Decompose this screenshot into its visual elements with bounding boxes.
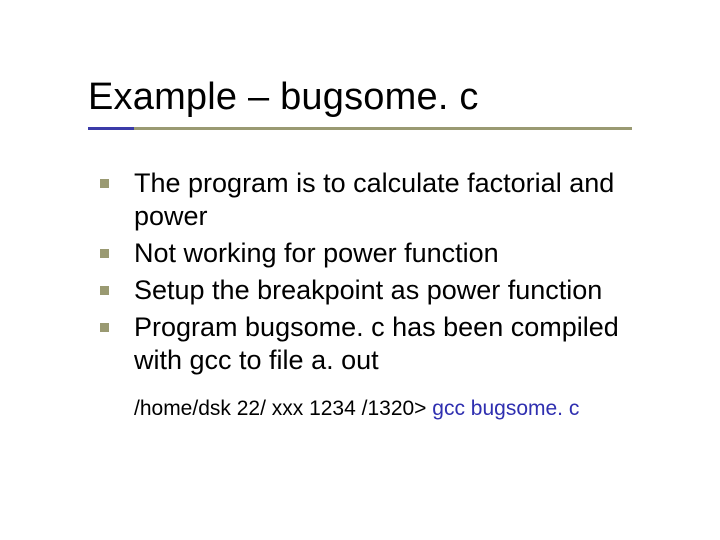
list-item: Program bugsome. c has been compiled wit…: [100, 311, 662, 377]
command-text: gcc bugsome. c: [432, 397, 579, 420]
list-item: Setup the breakpoint as power function: [100, 274, 662, 307]
bullet-list: The program is to calculate factorial an…: [88, 167, 662, 377]
bullet-text: Not working for power function: [134, 238, 499, 268]
underline-long: [88, 127, 632, 130]
bullet-text: The program is to calculate factorial an…: [134, 168, 614, 231]
command-line: /home/dsk 22/ xxx 1234 /1320> gcc bugsom…: [88, 397, 662, 421]
slide: Example – bugsome. c The program is to c…: [0, 0, 720, 540]
bullet-text: Setup the breakpoint as power function: [134, 275, 602, 305]
slide-title: Example – bugsome. c: [88, 76, 662, 119]
bullet-text: Program bugsome. c has been compiled wit…: [134, 312, 619, 375]
list-item: The program is to calculate factorial an…: [100, 167, 662, 233]
command-prompt: /home/dsk 22/ xxx 1234 /1320>: [134, 397, 432, 420]
underline-accent: [88, 127, 134, 130]
title-underline: [88, 127, 662, 133]
list-item: Not working for power function: [100, 237, 662, 270]
